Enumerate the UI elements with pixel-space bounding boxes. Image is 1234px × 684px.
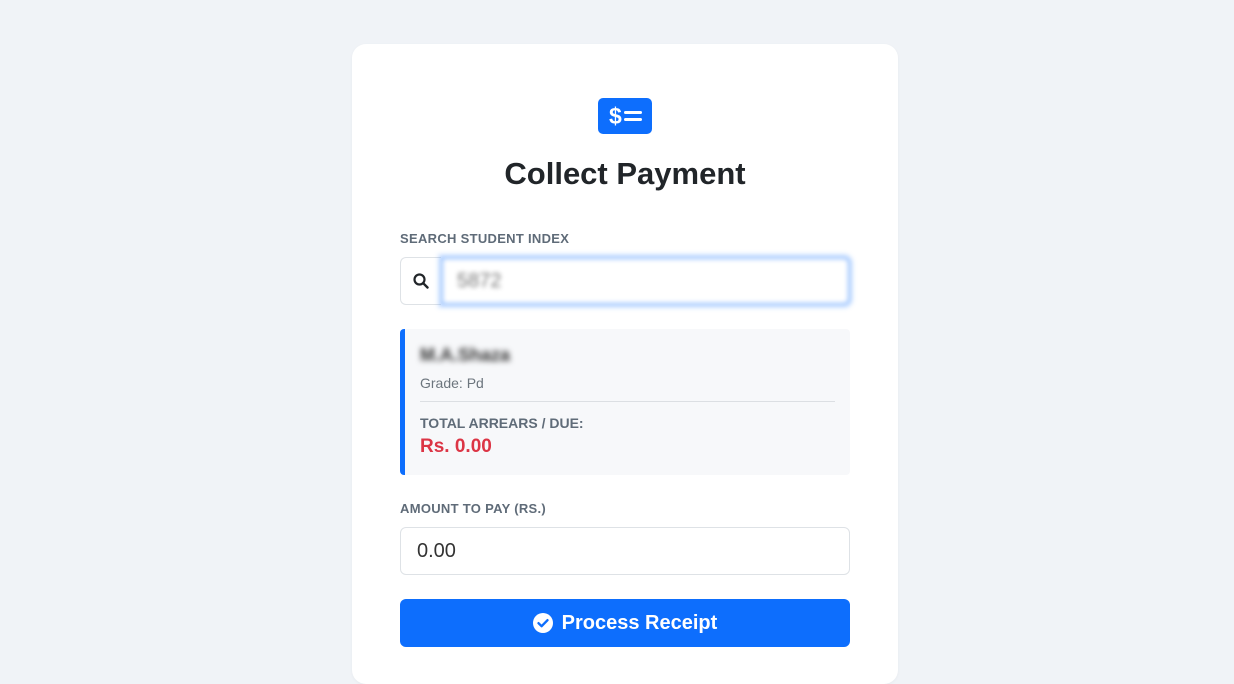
search-icon <box>400 257 441 305</box>
page-title: Collect Payment <box>504 156 746 191</box>
svg-text:$: $ <box>609 103 622 129</box>
payment-card: $ Collect Payment SEARCH STUDENT INDEX M… <box>352 44 898 684</box>
student-grade: Grade: Pd <box>420 375 484 391</box>
arrears-label: TOTAL ARREARS / DUE: <box>420 415 584 431</box>
process-receipt-button[interactable]: Process Receipt <box>400 599 850 647</box>
search-label: SEARCH STUDENT INDEX <box>400 231 570 246</box>
check-circle-icon <box>532 613 553 633</box>
amount-value: 0.00 <box>417 539 456 562</box>
process-receipt-label: Process Receipt <box>561 611 718 634</box>
student-name: M.A.Shaza <box>420 345 511 365</box>
student-info-panel: M.A.Shaza Grade: Pd TOTAL ARREARS / DUE:… <box>400 329 850 475</box>
arrears-value: Rs. 0.00 <box>420 436 492 457</box>
cash-payment-icon: $ <box>598 98 652 134</box>
divider <box>420 401 835 402</box>
amount-label: AMOUNT TO PAY (RS.) <box>400 501 547 516</box>
search-input[interactable] <box>441 257 850 305</box>
amount-input[interactable]: 0.00 <box>400 527 850 575</box>
search-group <box>400 257 850 305</box>
